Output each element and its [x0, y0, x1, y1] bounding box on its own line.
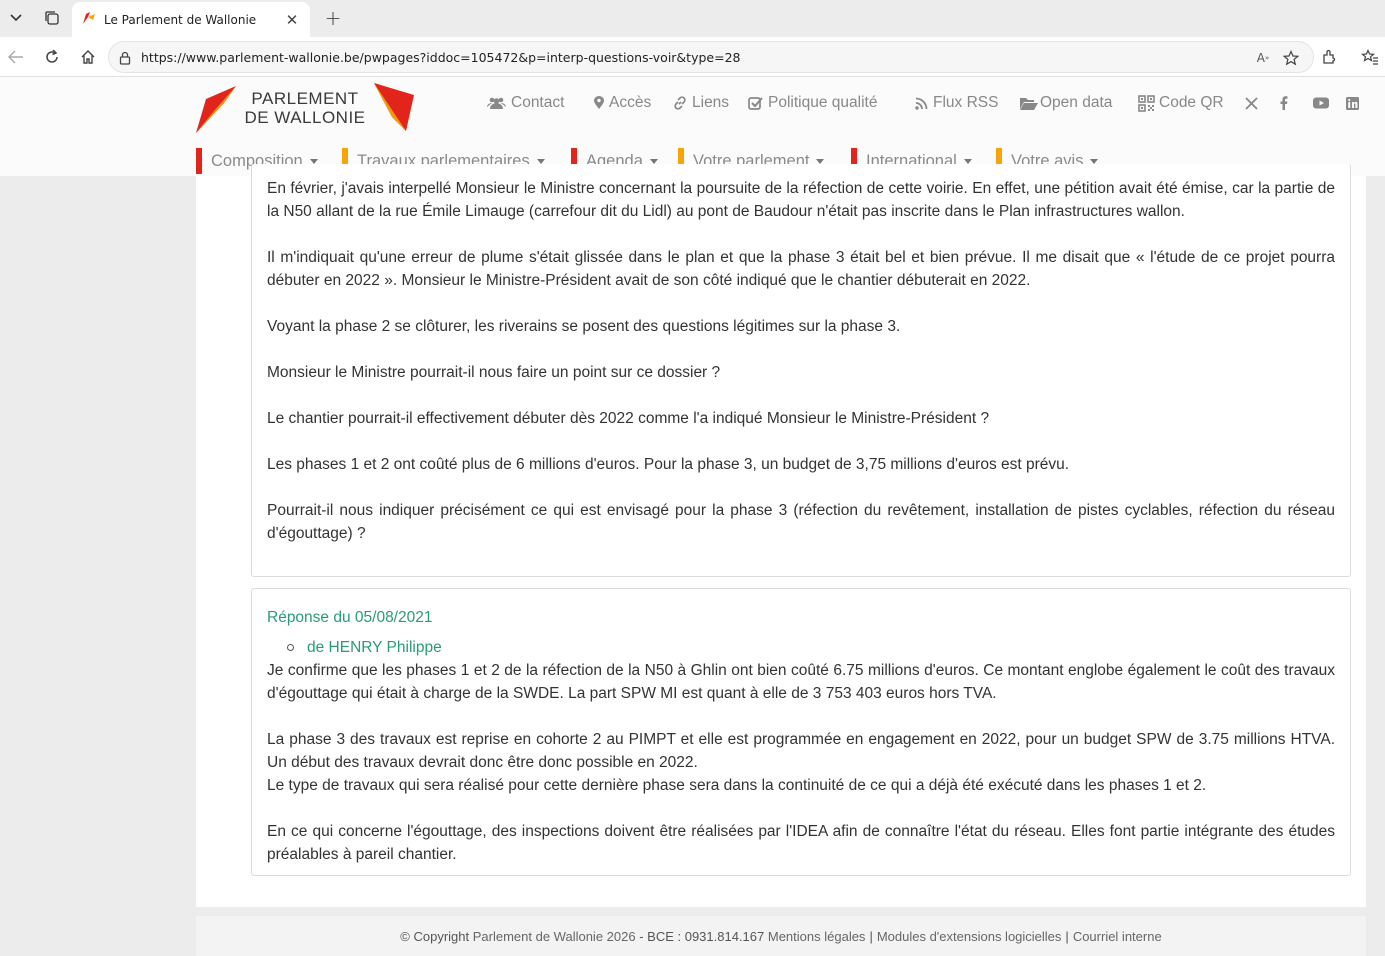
- lock-icon[interactable]: [115, 48, 135, 68]
- footer-bce: - BCE : 0931.814.167: [639, 928, 765, 944]
- caret-down-icon: [1090, 158, 1099, 164]
- topnav-open-data[interactable]: Open data: [1020, 92, 1112, 114]
- caret-down-icon: [816, 158, 825, 164]
- new-tab-icon[interactable]: +: [320, 6, 346, 30]
- mainnav-bar: [196, 148, 202, 174]
- x-icon[interactable]: [1245, 92, 1258, 114]
- topnav-contact[interactable]: Contact: [487, 92, 564, 114]
- topnav-acces[interactable]: Accès: [594, 92, 651, 114]
- reply-paragraph: En ce qui concerne l'égouttage, des insp…: [267, 823, 1335, 863]
- home-icon[interactable]: [76, 45, 100, 69]
- footer-copyright: © Copyright: [400, 928, 470, 944]
- caret-down-icon: [309, 158, 318, 164]
- favorite-star-icon[interactable]: [1281, 48, 1301, 68]
- url-text[interactable]: https://www.parlement-wallonie.be/pwpage…: [141, 50, 740, 65]
- footer-org-link[interactable]: Parlement de Wallonie 2026: [473, 929, 636, 944]
- users-icon: [487, 96, 506, 110]
- question-panel: En février, j'avais interpellé Monsieur …: [251, 164, 1351, 577]
- caret-down-icon: [963, 158, 972, 164]
- topnav-code-qr-label: Code QR: [1159, 94, 1224, 111]
- reply-author-name[interactable]: de HENRY Philippe: [307, 636, 442, 659]
- site-logo[interactable]: PARLEMENT DE WALLONIE: [196, 81, 416, 137]
- topnav-politique-qualite[interactable]: Politique qualité: [748, 92, 877, 114]
- site-header: PARLEMENT DE WALLONIE Contact Accès Lien…: [0, 77, 1385, 176]
- linkedin-icon[interactable]: [1346, 92, 1359, 114]
- site-footer: © Copyright Parlement de Wallonie 2026 -…: [196, 916, 1366, 956]
- tab-close-icon[interactable]: ✕: [280, 8, 304, 32]
- caret-down-icon: [536, 158, 545, 164]
- topnav-contact-label: Contact: [511, 94, 565, 111]
- reply-paragraph: Je confirme que les phases 1 et 2 de la …: [267, 662, 1335, 702]
- question-paragraph: Voyant la phase 2 se clôturer, les river…: [267, 318, 901, 335]
- favorites-icon[interactable]: [1358, 45, 1382, 69]
- main-content: En février, j'avais interpellé Monsieur …: [196, 164, 1366, 907]
- browser-tabbar: Le Parlement de Wallonie ✕ +: [0, 0, 1385, 37]
- reply-paragraph: Le type de travaux qui sera réalisé pour…: [267, 777, 1207, 794]
- question-paragraph: Monsieur le Ministre pourrait-il nous fa…: [267, 364, 721, 381]
- topnav-flux-rss[interactable]: Flux RSS: [915, 92, 998, 114]
- map-marker-icon: [594, 96, 604, 110]
- question-paragraph: Les phases 1 et 2 ont coûté plus de 6 mi…: [267, 456, 1070, 473]
- folder-open-icon: [1020, 97, 1038, 110]
- back-icon[interactable]: [4, 45, 28, 69]
- question-paragraph: Pourrait-il nous indiquer précisément ce…: [267, 502, 1335, 542]
- youtube-icon[interactable]: [1313, 92, 1329, 114]
- topnav-rss-label: Flux RSS: [933, 94, 999, 111]
- link-icon: [673, 96, 687, 110]
- topnav-liens-label: Liens: [692, 94, 730, 111]
- logo-line1: PARLEMENT: [251, 89, 359, 108]
- facebook-icon[interactable]: [1280, 92, 1288, 114]
- footer-modules-link[interactable]: Modules d'extensions logicielles: [877, 929, 1062, 944]
- reply-author[interactable]: de HENRY Philippe: [267, 636, 1335, 659]
- topnav-acces-label: Accès: [609, 94, 652, 111]
- question-paragraph: Le chantier pourrait-il effectivement dé…: [267, 410, 990, 427]
- tab-title: Le Parlement de Wallonie: [104, 12, 257, 27]
- topnav-open-data-label: Open data: [1040, 94, 1113, 111]
- footer-courriel-link[interactable]: Courriel interne: [1073, 929, 1162, 944]
- reload-icon[interactable]: [40, 45, 64, 69]
- browser-toolbar: https://www.parlement-wallonie.be/pwpage…: [0, 37, 1385, 77]
- tab-list-chevron-icon[interactable]: [3, 6, 29, 30]
- logo-line2: DE WALLONIE: [244, 108, 366, 127]
- browser-tab-active[interactable]: Le Parlement de Wallonie ✕: [72, 2, 310, 37]
- question-paragraph: En février, j'avais interpellé Monsieur …: [267, 180, 1335, 220]
- extensions-icon[interactable]: [1317, 45, 1341, 69]
- topnav-liens[interactable]: Liens: [673, 92, 729, 114]
- reply-paragraph: La phase 3 des travaux est reprise en co…: [267, 731, 1335, 771]
- logo-text: PARLEMENT DE WALLONIE: [238, 89, 372, 127]
- read-aloud-icon[interactable]: A»: [1253, 48, 1273, 68]
- favicon-icon: [82, 10, 96, 29]
- topnav-code-qr[interactable]: Code QR: [1138, 92, 1224, 114]
- reply-title: Réponse du 05/08/2021: [267, 609, 433, 626]
- question-paragraph: Il m'indiquait qu'une erreur de plume s'…: [267, 249, 1335, 289]
- workspaces-icon[interactable]: [39, 6, 65, 30]
- address-bar[interactable]: https://www.parlement-wallonie.be/pwpage…: [108, 41, 1314, 73]
- footer-separator: |: [1065, 928, 1069, 944]
- qrcode-icon: [1138, 94, 1155, 112]
- topnav-politique-label: Politique qualité: [768, 94, 878, 111]
- footer-mentions-link[interactable]: Mentions légales: [768, 929, 866, 944]
- caret-down-icon: [649, 158, 658, 164]
- reply-panel: Réponse du 05/08/2021 de HENRY Philippe …: [251, 588, 1351, 876]
- bullet-circle-icon: [287, 644, 294, 651]
- rss-icon: [915, 97, 928, 110]
- check-square-icon: [748, 96, 763, 111]
- footer-separator: |: [869, 928, 873, 944]
